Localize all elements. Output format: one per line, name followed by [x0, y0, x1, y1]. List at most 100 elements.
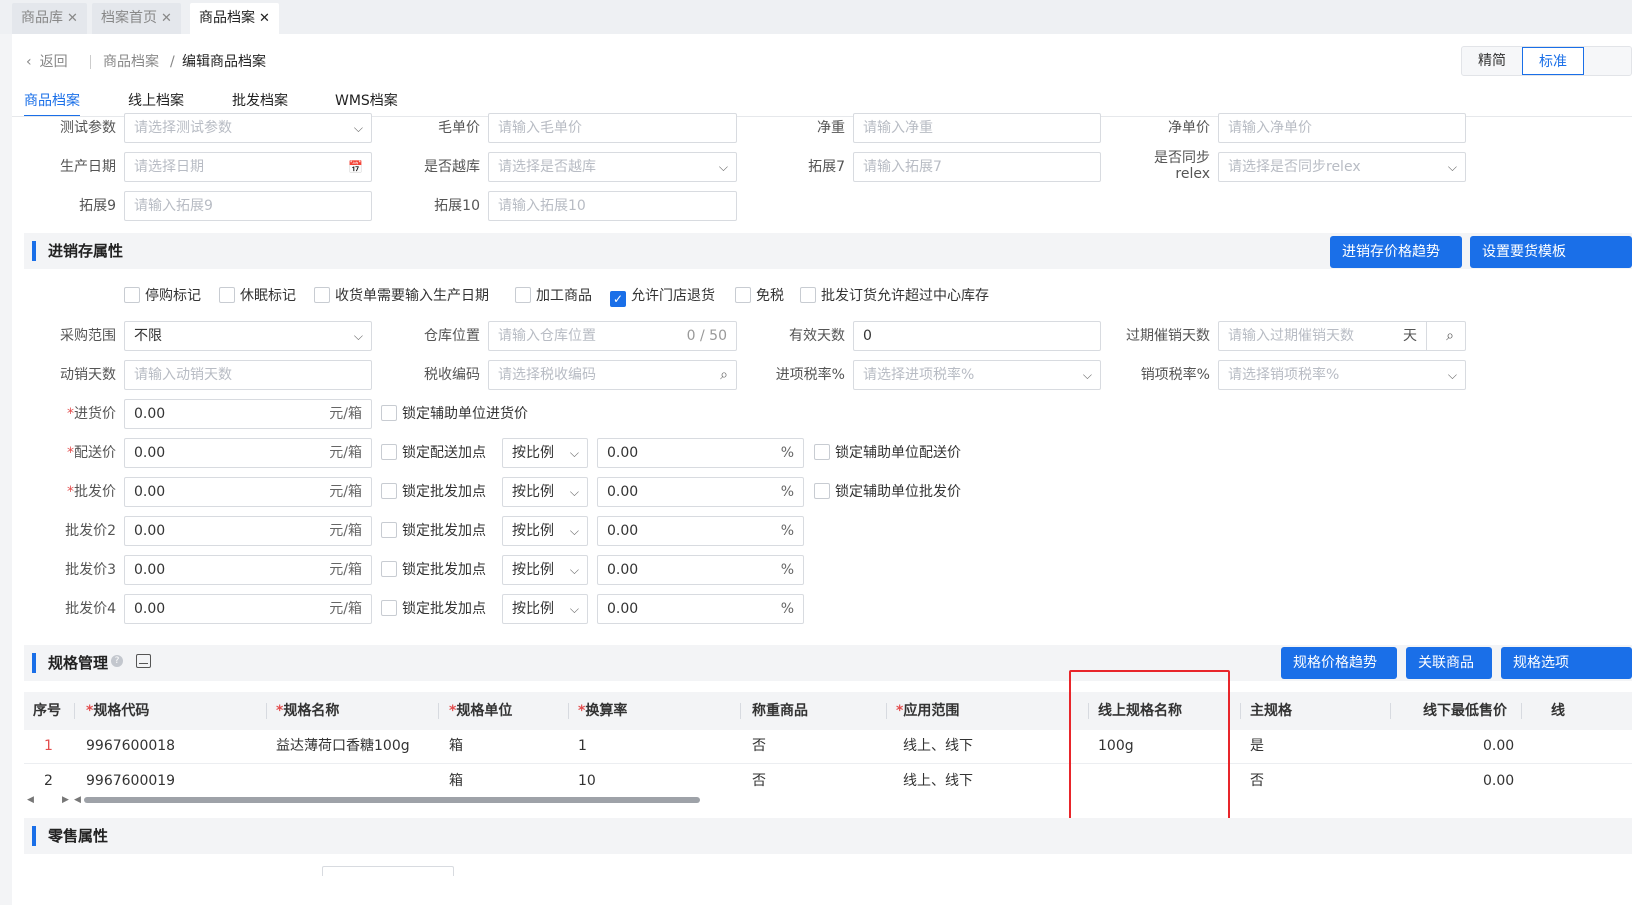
- purchase-scope-select[interactable]: 不限 ⌵: [124, 321, 372, 351]
- spec-unit-cell[interactable]: 箱: [449, 729, 463, 763]
- wholesale2-markup-mode-select[interactable]: 按比例 ⌵: [502, 516, 588, 546]
- related-goods-button[interactable]: 关联商品: [1406, 647, 1492, 679]
- move-days-input[interactable]: 请输入动销天数: [124, 360, 372, 390]
- checkbox-stop-purchase[interactable]: 停购标记: [124, 286, 201, 306]
- checkbox-lock-aux-wholesale[interactable]: 锁定辅助单位批发价: [814, 482, 961, 502]
- wholesale-markup-input[interactable]: 0.00%: [597, 477, 804, 507]
- column-header[interactable]: 线下最低售价: [1423, 692, 1507, 730]
- purchase-price-input[interactable]: 0.00 元/箱: [124, 399, 372, 429]
- page-tab-archive-home[interactable]: 档案首页 ✕: [92, 3, 181, 34]
- spec-price-trend-button[interactable]: 规格价格趋势: [1281, 647, 1397, 679]
- row-number: 1: [44, 738, 53, 754]
- wholesale-markup-mode-select[interactable]: 按比例 ⌵: [502, 477, 588, 507]
- net-weight-input[interactable]: 请输入净重: [853, 113, 1101, 143]
- weighted-cell[interactable]: 否: [752, 729, 766, 763]
- checkbox-tax-free[interactable]: 免税: [735, 286, 784, 306]
- search-icon[interactable]: ⌕: [720, 361, 728, 389]
- column-header[interactable]: 称重商品: [752, 692, 808, 730]
- column-header[interactable]: 主规格: [1250, 692, 1292, 730]
- spec-name-cell[interactable]: 益达薄荷口香糖100g: [276, 729, 410, 763]
- column-header[interactable]: 线: [1551, 692, 1565, 730]
- checkbox-lock-delivery-markup[interactable]: 锁定配送加点: [381, 443, 486, 463]
- column-header[interactable]: *规格代码: [86, 692, 149, 730]
- ext9-input[interactable]: 请输入拓展9: [124, 191, 372, 221]
- conversion-rate-cell[interactable]: 10: [578, 764, 596, 798]
- warehouse-location-input[interactable]: 请输入仓库位置 0 / 50: [488, 321, 737, 351]
- wholesale3-markup-mode-select[interactable]: 按比例 ⌵: [502, 555, 588, 585]
- scroll-right-icon[interactable]: ▶: [62, 795, 69, 805]
- column-header[interactable]: *换算率: [578, 692, 627, 730]
- back-link[interactable]: ‹ 返回: [26, 50, 68, 74]
- test-param-select[interactable]: 请选择测试参数 ⌵: [124, 113, 372, 143]
- tax-code-input[interactable]: 请选择税收编码 ⌕: [488, 360, 737, 390]
- scroll-left-icon[interactable]: ◀: [74, 795, 81, 805]
- delivery-markup-input[interactable]: 0.00%: [597, 438, 804, 468]
- layout-toggle-icon[interactable]: [136, 654, 151, 668]
- search-icon[interactable]: ⌕: [1446, 322, 1454, 350]
- expire-days-input[interactable]: 请输入过期催销天数天 ⌕: [1218, 321, 1466, 351]
- input-tax-select[interactable]: 请选择进项税率% ⌵: [853, 360, 1101, 390]
- help-icon[interactable]: ?: [111, 655, 123, 667]
- delivery-price-input[interactable]: 0.00 元/箱: [124, 438, 372, 468]
- ext7-input[interactable]: 请输入拓展7: [853, 152, 1101, 182]
- scope-cell[interactable]: 线上、线下: [903, 764, 973, 798]
- checkbox-receipt-prod-date[interactable]: 收货单需要输入生产日期: [314, 286, 489, 306]
- checkbox-wholesale-exceed-stock[interactable]: 批发订货允许超过中心库存: [800, 286, 989, 306]
- close-icon[interactable]: ✕: [161, 11, 172, 26]
- checkbox-processed[interactable]: 加工商品: [515, 286, 592, 306]
- checkbox-lock-aux-delivery[interactable]: 锁定辅助单位配送价: [814, 443, 961, 463]
- min-offline-price-cell[interactable]: 0.00: [1483, 764, 1514, 798]
- checkbox-lock-wholesale-markup[interactable]: 锁定批发加点: [381, 560, 486, 580]
- wholesale3-markup-input[interactable]: 0.00%: [597, 555, 804, 585]
- spec-code-cell[interactable]: 9967600019: [86, 764, 175, 798]
- checkbox-dormant[interactable]: 休眠标记: [219, 286, 296, 306]
- sync-relex-select[interactable]: 请选择是否同步relex ⌵: [1218, 152, 1466, 182]
- page-tab-goods-library[interactable]: 商品库 ✕: [12, 3, 87, 34]
- close-icon[interactable]: ✕: [67, 11, 78, 26]
- wholesale-price4-input[interactable]: 0.00 元/箱: [124, 594, 372, 624]
- close-icon[interactable]: ✕: [259, 11, 270, 26]
- min-offline-price-cell[interactable]: 0.00: [1483, 729, 1514, 763]
- checkbox-store-return[interactable]: ✓ 允许门店退货: [610, 286, 715, 307]
- checkbox-lock-wholesale-markup[interactable]: 锁定批发加点: [381, 521, 486, 541]
- valid-days-input[interactable]: 0: [853, 321, 1101, 351]
- page-tab-goods-archive[interactable]: 商品档案 ✕: [190, 3, 279, 34]
- wholesale-price2-input[interactable]: 0.00 元/箱: [124, 516, 372, 546]
- column-header[interactable]: *规格单位: [449, 692, 512, 730]
- breadcrumb-parent[interactable]: 商品档案: [103, 50, 159, 74]
- net-unit-price-input[interactable]: 请输入净单价: [1218, 113, 1466, 143]
- cross-dock-select[interactable]: 请选择是否越库 ⌵: [488, 152, 737, 182]
- spec-options-button[interactable]: 规格选项: [1501, 647, 1632, 679]
- wholesale4-markup-input[interactable]: 0.00%: [597, 594, 804, 624]
- checkbox-lock-wholesale-markup[interactable]: 锁定批发加点: [381, 482, 486, 502]
- main-spec-cell[interactable]: 是: [1250, 729, 1264, 763]
- weighted-cell[interactable]: 否: [752, 764, 766, 798]
- column-header[interactable]: *规格名称: [276, 692, 339, 730]
- wholesale4-markup-mode-select[interactable]: 按比例 ⌵: [502, 594, 588, 624]
- gross-unit-price-input[interactable]: 请输入毛单价: [488, 113, 737, 143]
- view-mode-standard[interactable]: 标准: [1522, 47, 1584, 75]
- main-spec-cell[interactable]: 否: [1250, 764, 1264, 798]
- ext10-input[interactable]: 请输入拓展10: [488, 191, 737, 221]
- column-separator: [1240, 703, 1241, 719]
- checkbox-lock-wholesale-markup[interactable]: 锁定批发加点: [381, 599, 486, 619]
- order-template-button[interactable]: 设置要货模板: [1470, 236, 1632, 268]
- conversion-rate-cell[interactable]: 1: [578, 729, 587, 763]
- chevron-down-icon: ⌵: [569, 602, 579, 616]
- checkbox-lock-aux-purchase[interactable]: 锁定辅助单位进货价: [381, 404, 528, 424]
- inventory-price-trend-button[interactable]: 进销存价格趋势: [1330, 236, 1462, 268]
- spec-unit-cell[interactable]: 箱: [449, 764, 463, 798]
- retail-field-partial[interactable]: [322, 866, 454, 876]
- wholesale-price-input[interactable]: 0.00 元/箱: [124, 477, 372, 507]
- spec-code-cell[interactable]: 9967600018: [86, 729, 175, 763]
- scroll-left-icon[interactable]: ◀: [27, 795, 34, 805]
- output-tax-select[interactable]: 请选择销项税率% ⌵: [1218, 360, 1466, 390]
- delivery-markup-mode-select[interactable]: 按比例 ⌵: [502, 438, 588, 468]
- column-header[interactable]: *应用范围: [896, 692, 959, 730]
- view-mode-simple[interactable]: 精简: [1462, 47, 1522, 75]
- scope-cell[interactable]: 线上、线下: [903, 729, 973, 763]
- wholesale2-markup-input[interactable]: 0.00%: [597, 516, 804, 546]
- production-date-picker[interactable]: 请选择日期 📅: [124, 152, 372, 182]
- horizontal-scrollbar[interactable]: [84, 797, 700, 803]
- wholesale-price3-input[interactable]: 0.00 元/箱: [124, 555, 372, 585]
